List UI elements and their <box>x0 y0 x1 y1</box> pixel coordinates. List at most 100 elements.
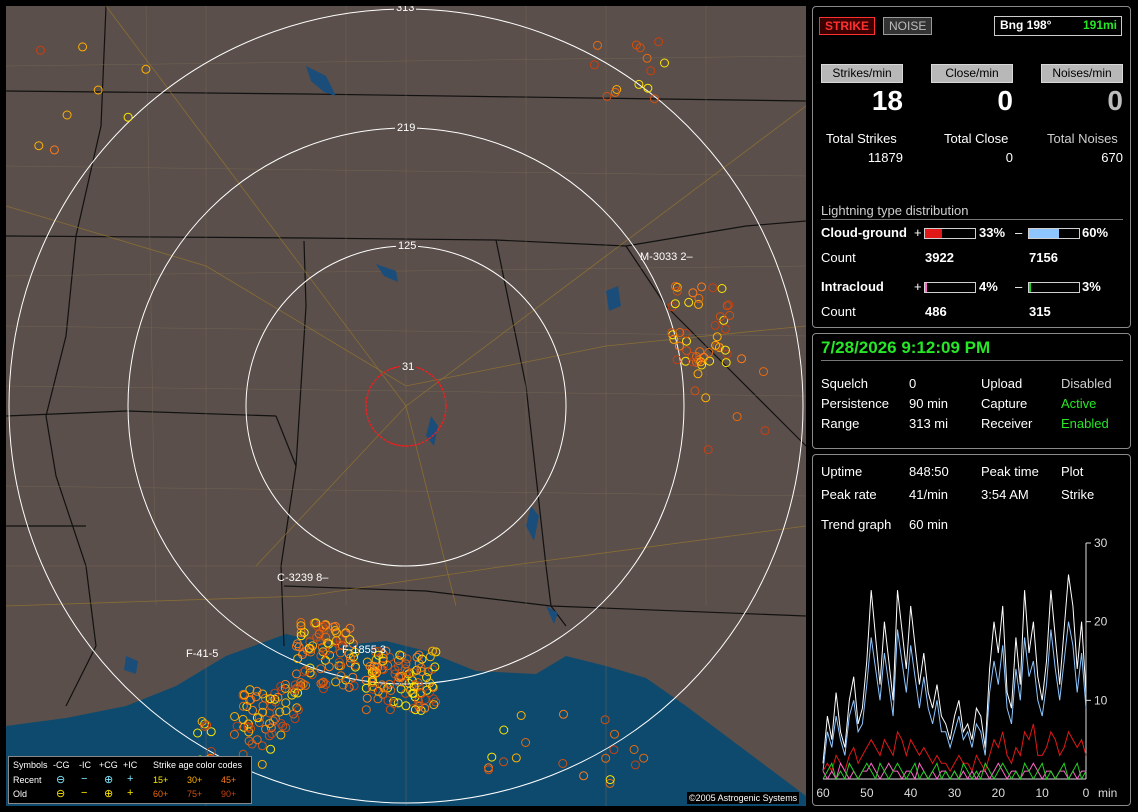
strike-marker <box>345 623 355 633</box>
age-45: 45+ <box>221 775 237 785</box>
uptime-label: Uptime <box>821 464 863 479</box>
close-per-min-header[interactable]: Close/min <box>931 64 1013 83</box>
copyright-text: ©2005 Astrogenic Systems <box>687 792 800 804</box>
cg-minus-count: 7156 <box>1029 250 1058 265</box>
cloud-ground-label: Cloud-ground <box>821 225 907 240</box>
strike-marker <box>725 310 735 320</box>
ic-minus-sign: – <box>1015 279 1023 294</box>
range-label-125: 125 <box>396 240 419 252</box>
bearing-box: Bng 198° 191mi <box>994 16 1122 36</box>
total-strikes-value: 11879 <box>867 150 903 165</box>
noise-indicator[interactable]: NOISE <box>883 17 933 35</box>
strike-marker <box>141 64 151 74</box>
strike-marker <box>717 284 727 293</box>
trend-x-tick-label: 0 <box>1083 786 1090 800</box>
recent-plus-ic-icon: + <box>127 773 134 785</box>
capture-label: Capture <box>981 396 1028 411</box>
legend-symbols-label: Symbols <box>13 760 48 770</box>
recent-plus-cg-icon: ⊕ <box>104 774 114 786</box>
receiver-value[interactable]: Enabled <box>1061 416 1109 431</box>
ic-minus-bar-fill <box>1029 283 1031 292</box>
peak-time-label: Peak time <box>981 464 1039 479</box>
age-15: 15+ <box>153 775 169 785</box>
trend-value[interactable]: 60 min <box>909 517 948 532</box>
legend-color-codes-label: Strike age color codes <box>153 760 243 770</box>
cg-plus-bar-fill <box>925 229 942 238</box>
peak-rate-label: Peak rate <box>821 487 877 502</box>
strike-marker <box>78 42 88 52</box>
range-label-31: 31 <box>400 361 417 373</box>
legend-old-label: Old <box>13 789 28 799</box>
plot-value[interactable]: Strike <box>1061 487 1094 502</box>
site-label-f1855: F-1855 3 <box>342 644 387 656</box>
trend-y-tick-label: 30 <box>1094 536 1108 550</box>
noises-per-min-value: 0 <box>1107 85 1123 116</box>
cg-plus-sign: + <box>914 225 922 240</box>
strike-marker <box>737 354 747 364</box>
squelch-label: Squelch <box>821 376 868 391</box>
total-close-value: 0 <box>1005 150 1013 165</box>
site-label-m3033: M-3033 2– <box>640 251 693 263</box>
strike-marker <box>610 87 620 97</box>
strike-marker <box>62 110 72 120</box>
datetime-display: 7/28/2026 9:12:09 PM <box>821 338 991 357</box>
strike-marker <box>694 293 704 303</box>
strike-marker <box>690 386 700 396</box>
legend-col-plus-ic: +IC <box>123 760 138 770</box>
recent-minus-cg-icon: ⊖ <box>56 774 66 786</box>
cg-minus-bar <box>1028 228 1080 239</box>
close-per-min-value: 0 <box>997 85 1013 116</box>
strike-marker <box>602 91 612 101</box>
strike-marker <box>654 37 664 47</box>
settings-panel: 7/28/2026 9:12:09 PM Squelch 0 Upload Di… <box>812 333 1131 449</box>
cg-minus-sign: – <box>1015 225 1023 240</box>
strike-indicator[interactable]: STRIKE <box>819 17 876 35</box>
lightning-map[interactable]: 313 219 125 31 M-3033 2– C-3239 8– F-41-… <box>6 6 806 806</box>
trend-x-tick-label: 30 <box>948 786 962 800</box>
legend-recent-label: Recent <box>13 775 42 785</box>
capture-value[interactable]: Active <box>1061 396 1096 411</box>
noises-per-min-header[interactable]: Noises/min <box>1041 64 1123 83</box>
trend-label: Trend graph <box>821 517 892 532</box>
old-minus-cg-icon: ⊖ <box>56 788 66 800</box>
cg-count-label: Count <box>821 250 856 265</box>
range-value[interactable]: 313 mi <box>909 416 948 431</box>
trend-x-axis-label: min <box>1098 786 1117 800</box>
peak-time-value: 3:54 AM <box>981 487 1029 502</box>
legend-col-plus-cg: +CG <box>99 760 118 770</box>
total-strikes-label: Total Strikes <box>826 131 897 146</box>
persistence-value[interactable]: 90 min <box>909 396 948 411</box>
strike-marker <box>49 145 59 155</box>
old-plus-cg-icon: ⊕ <box>104 788 114 800</box>
stats-panel: Uptime 848:50 Peak time Plot Peak rate 4… <box>812 454 1131 806</box>
strike-marker <box>721 324 730 334</box>
strike-marker <box>34 141 44 151</box>
symbol-legend: Symbols -CG -IC +CG +IC Strike age color… <box>8 756 252 804</box>
ic-minus-count: 315 <box>1029 304 1051 319</box>
legend-col-minus-ic: -IC <box>79 760 91 770</box>
total-noises-label: Total Noises <box>1047 131 1118 146</box>
cg-minus-bar-fill <box>1029 229 1059 238</box>
strike-marker <box>593 40 602 50</box>
cg-plus-count: 3922 <box>925 250 954 265</box>
ic-plus-bar <box>924 282 976 293</box>
strike-marker <box>760 426 770 436</box>
age-90: 90+ <box>221 789 237 799</box>
total-close-label: Total Close <box>944 131 1009 146</box>
upload-value[interactable]: Disabled <box>1061 376 1112 391</box>
ic-minus-pct: 3% <box>1082 279 1101 294</box>
strike-marker <box>646 66 656 76</box>
squelch-value[interactable]: 0 <box>909 376 916 391</box>
bearing-value: Bng 198° <box>1000 18 1052 32</box>
uptime-value: 848:50 <box>909 464 949 479</box>
strikes-per-min-header[interactable]: Strikes/min <box>821 64 903 83</box>
strike-marker <box>36 45 45 55</box>
cg-plus-pct: 33% <box>979 225 1006 240</box>
strike-marker <box>674 341 684 351</box>
strike-marker <box>705 356 715 366</box>
distance-value: 191mi <box>1082 18 1117 32</box>
strike-marker <box>710 320 720 330</box>
strike-marker <box>759 367 768 377</box>
upload-label: Upload <box>981 376 1023 391</box>
range-label: Range <box>821 416 860 431</box>
